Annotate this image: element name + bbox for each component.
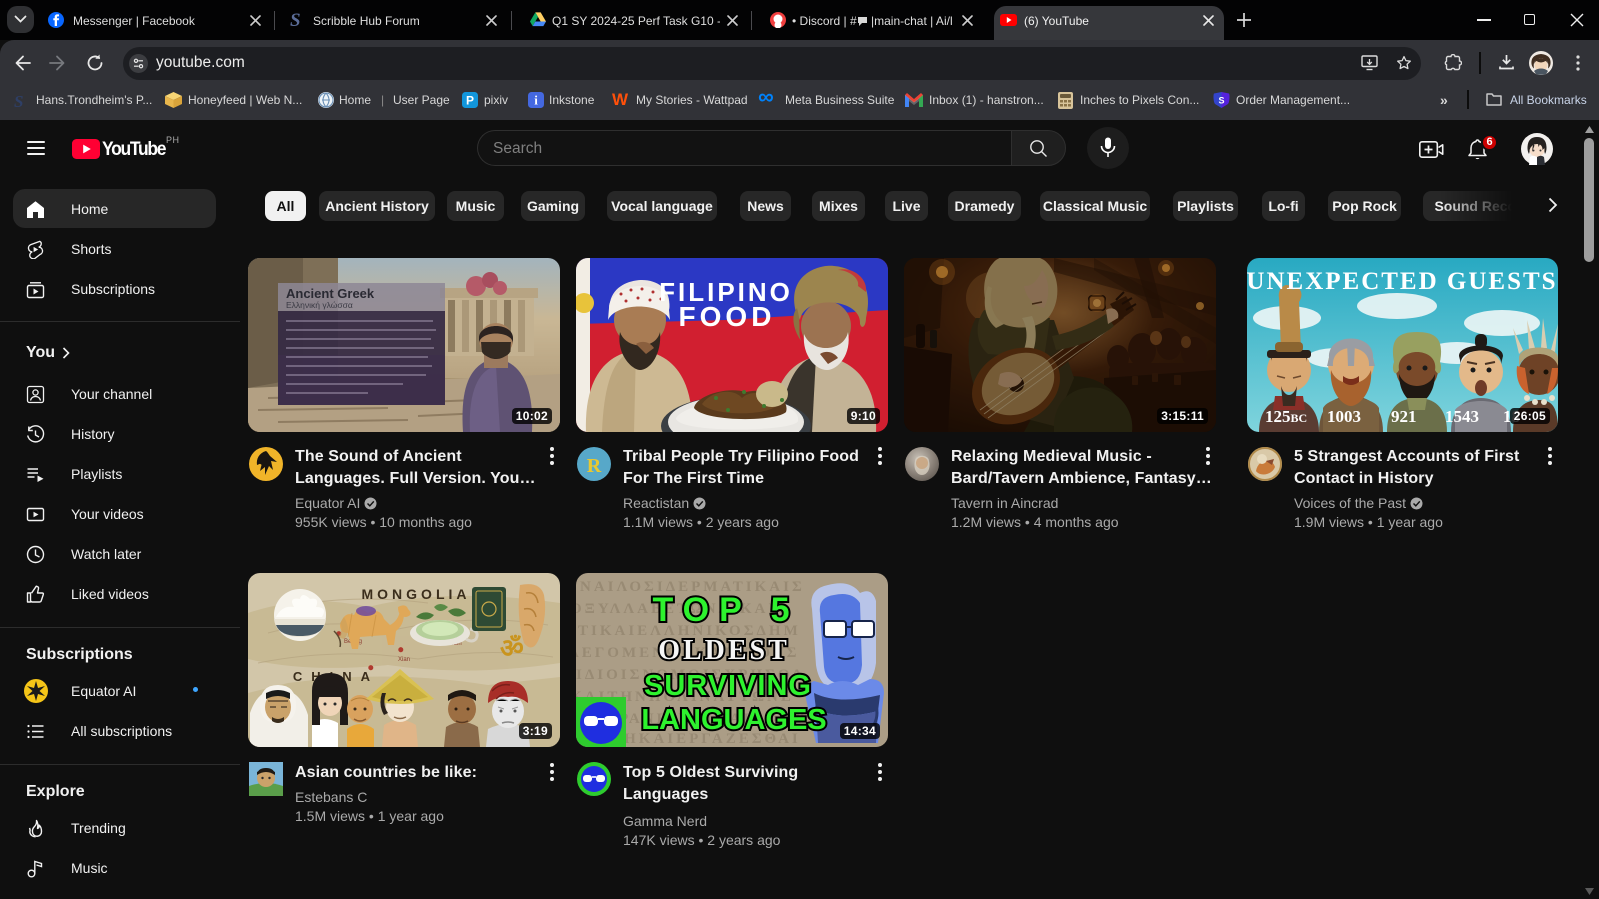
svg-text:1003: 1003	[1327, 407, 1361, 426]
svg-text:1543: 1543	[1445, 407, 1479, 426]
svg-text:TOP 5: TOP 5	[652, 591, 799, 629]
svg-text:UNEXPECTED GUESTS: UNEXPECTED GUESTS	[1247, 268, 1558, 295]
svg-text:R: R	[587, 455, 602, 477]
svg-text:S: S	[1218, 96, 1224, 106]
svg-text:SURVIVING: SURVIVING	[644, 670, 812, 702]
svg-text:Ελληνική γλώσσα: Ελληνική γλώσσα	[286, 300, 353, 310]
svg-text:ॐ: ॐ	[500, 634, 524, 663]
svg-text:OLDEST: OLDEST	[658, 635, 790, 666]
svg-text:⬤: ⬤	[398, 647, 404, 653]
svg-text:Ancient Greek: Ancient Greek	[286, 286, 375, 301]
svg-text:921: 921	[1391, 407, 1417, 426]
svg-text:P: P	[466, 94, 474, 108]
svg-text:LANGUAGES: LANGUAGES	[641, 704, 826, 736]
svg-text:FOOD: FOOD	[679, 301, 776, 332]
svg-text:i: i	[534, 93, 538, 108]
svg-text:Xian: Xian	[398, 657, 410, 663]
svg-text:MONGOLIA: MONGOLIA	[362, 586, 471, 602]
